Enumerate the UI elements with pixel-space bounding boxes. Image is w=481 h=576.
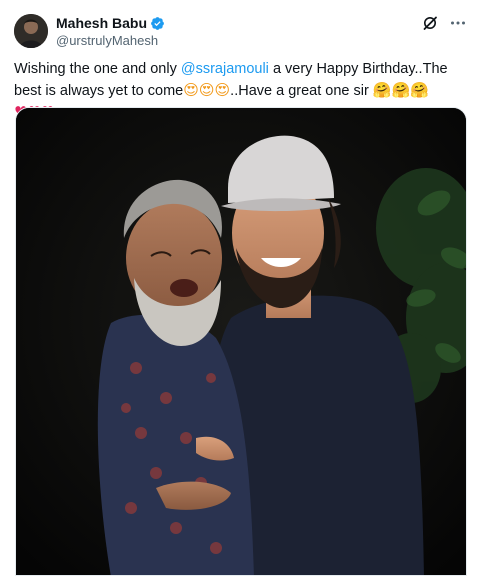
tweet-post: Mahesh Babu @urstrulyMahesh Wishing the …	[0, 0, 481, 576]
author-name-row: Mahesh Babu	[56, 15, 165, 31]
author-handle[interactable]: @urstrulyMahesh	[56, 33, 158, 48]
author-avatar[interactable]	[14, 14, 48, 48]
hugging-emoji: 🤗🤗🤗	[372, 81, 429, 99]
verified-badge-icon	[150, 16, 165, 31]
heart-eyes-emoji: 😍😍😍	[183, 81, 231, 99]
tweet-text-part3: ..Have a great one sir	[230, 83, 373, 99]
more-options-icon[interactable]	[449, 14, 467, 32]
tweet-photo[interactable]	[15, 107, 467, 576]
post-actions-top	[421, 14, 467, 32]
author-display-name[interactable]: Mahesh Babu	[56, 15, 147, 31]
mention-link[interactable]: @ssrajamouli	[181, 61, 269, 77]
grok-icon[interactable]	[421, 14, 439, 32]
tweet-text-part1: Wishing the one and only	[14, 61, 181, 77]
